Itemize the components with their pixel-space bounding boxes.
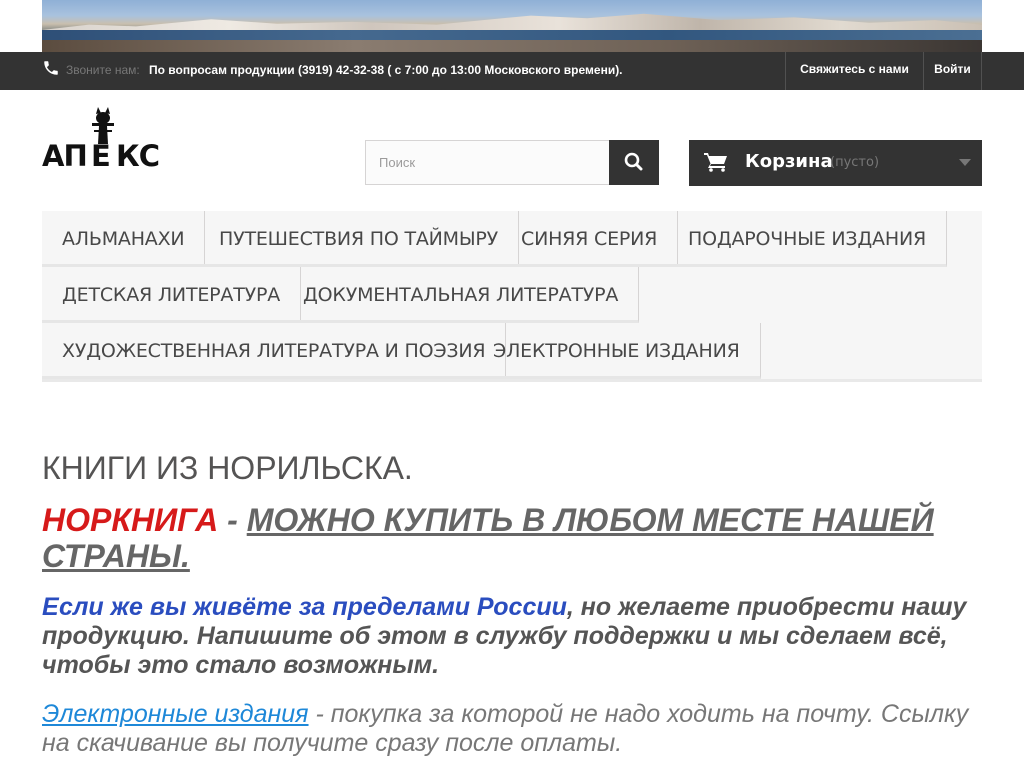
page-heading: КНИГИ ИЗ НОРИЛЬСКА. (42, 450, 413, 486)
contact-us-link[interactable]: Свяжитесь с нами (785, 52, 923, 90)
menu-item-taimyr-travel[interactable]: ПУТЕШЕСТВИЯ ПО ТАЙМЫРУ (199, 211, 520, 267)
cart-label: Корзина (745, 151, 833, 172)
header-banner-image (42, 0, 982, 52)
banner-mountains (42, 13, 982, 30)
cart-status: (пусто) (830, 155, 880, 170)
search-input[interactable] (365, 140, 610, 185)
svg-text:Е: Е (91, 139, 111, 173)
menu-item-blue-series[interactable]: СИНЯЯ СЕРИЯ (501, 211, 679, 267)
menu-item-electronic-editions[interactable]: ЭЛЕКТРОННЫЕ ИЗДАНИЯ (473, 323, 761, 379)
top-bar: Звоните нам: По вопросам продукции (3919… (0, 52, 1024, 90)
menu-item-gift-editions[interactable]: ПОДАРОЧНЫЕ ИЗДАНИЯ (668, 211, 947, 267)
ebooks-link[interactable]: Электронные издания (42, 700, 309, 728)
abroad-notice: Если же вы живёте за пределами России, н… (42, 593, 982, 680)
login-link[interactable]: Войти (923, 52, 982, 90)
chevron-down-icon (959, 159, 971, 166)
brand-heading: НОРКНИГА - МОЖНО КУПИТЬ В ЛЮБОМ МЕСТЕ НА… (42, 502, 982, 574)
site-logo[interactable]: АП Е КС (42, 104, 164, 174)
svg-text:АП: АП (42, 139, 87, 173)
banner-water (42, 30, 982, 40)
brand-name: НОРКНИГА (42, 502, 219, 538)
menu-item-fiction-poetry[interactable]: ХУДОЖЕСТВЕННАЯ ЛИТЕРАТУРА И ПОЭЗИЯ (42, 323, 507, 379)
phone-hint: Звоните нам: (66, 63, 140, 77)
ebooks-notice: Электронные издания - покупка за которой… (42, 700, 982, 758)
abroad-highlight: Если же вы живёте за пределами России (42, 593, 567, 621)
menu-item-childrens-literature[interactable]: ДЕТСКАЯ ЛИТЕРАТУРА (42, 267, 302, 323)
category-menu: АЛЬМАНАХИ ПУТЕШЕСТВИЯ ПО ТАЙМЫРУ СИНЯЯ С… (42, 211, 982, 382)
cart-button[interactable]: Корзина (пусто) (689, 140, 982, 186)
search-form (365, 140, 659, 185)
brand-separator: - (218, 502, 247, 538)
search-icon (624, 152, 643, 171)
phone-icon (44, 61, 58, 75)
menu-item-almanacs[interactable]: АЛЬМАНАХИ (42, 211, 206, 267)
search-button[interactable] (609, 140, 659, 185)
menu-item-documentary-literature[interactable]: ДОКУМЕНТАЛЬНАЯ ЛИТЕРАТУРА (283, 267, 640, 323)
phone-info-text: По вопросам продукции (3919) 42-32-38 ( … (149, 63, 623, 77)
svg-text:КС: КС (116, 139, 159, 173)
cart-icon (704, 153, 727, 172)
banner-shore (42, 40, 982, 52)
